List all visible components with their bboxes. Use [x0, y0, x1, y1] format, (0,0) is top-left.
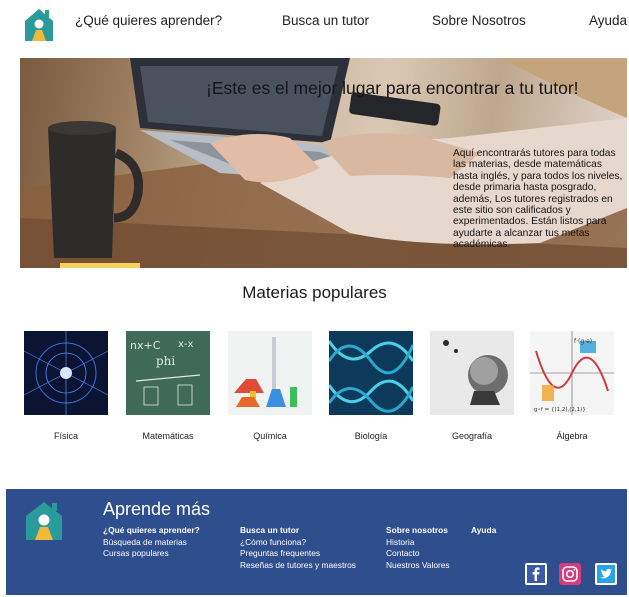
- hero-description: Aquí encontrarás tutores para todas las …: [453, 148, 623, 251]
- footer-column-learn: ¿Qué quieres aprender? Búsqueda de mater…: [103, 525, 200, 560]
- hero-banner: ¡Este es el mejor lugar para encontrar a…: [20, 58, 627, 268]
- geography-image: [430, 331, 514, 415]
- footer-link-search-subjects[interactable]: Búsqueda de materias: [103, 537, 200, 549]
- svg-text:f·(g·e): f·(g·e): [574, 338, 592, 345]
- chemistry-image: [228, 331, 312, 415]
- subject-card-biology[interactable]: Biología: [327, 331, 415, 441]
- algebra-image: f·(g·e) g∘f = {(1,2),(2,1)}: [530, 331, 614, 415]
- top-nav: ¿Qué quieres aprender? Busca un tutor So…: [0, 0, 629, 44]
- footer-link-tutor-reviews[interactable]: Reseñas de tutores y maestros: [240, 560, 356, 572]
- twitter-icon[interactable]: [595, 563, 617, 585]
- svg-text:x-x: x-x: [178, 339, 194, 350]
- nav-what-to-learn[interactable]: ¿Qué quieres aprender?: [75, 13, 222, 28]
- footer-heading-find-tutor[interactable]: Busca un tutor: [240, 525, 356, 537]
- svg-text:nx+C: nx+C: [130, 339, 161, 352]
- footer-column-find-tutor: Busca un tutor ¿Cómo funciona? Preguntas…: [240, 525, 356, 572]
- biology-image: [327, 331, 415, 415]
- nav-help[interactable]: Ayuda: [589, 13, 627, 28]
- subject-label-algebra: Álgebra: [556, 431, 588, 441]
- subject-card-physics[interactable]: Física: [23, 331, 109, 441]
- footer-link-contact[interactable]: Contacto: [386, 548, 450, 560]
- footer-link-popular-courses[interactable]: Cursas populares: [103, 548, 200, 560]
- footer-link-history[interactable]: Historia: [386, 537, 450, 549]
- footer-heading-help[interactable]: Ayuda: [471, 525, 496, 537]
- footer-link-faq[interactable]: Preguntas frequentes: [240, 548, 356, 560]
- instagram-icon[interactable]: [559, 563, 581, 585]
- footer-heading-about[interactable]: Sobre nosotros: [386, 525, 450, 537]
- facebook-icon[interactable]: [525, 563, 547, 585]
- subject-card-geography[interactable]: Geografía: [430, 331, 514, 441]
- house-logo-icon[interactable]: [23, 7, 55, 41]
- footer-column-help: Ayuda: [471, 525, 496, 537]
- footer-link-how-it-works[interactable]: ¿Cómo funciona?: [240, 537, 356, 549]
- footer: Aprende más ¿Qué quieres aprender? Búsqu…: [6, 489, 627, 595]
- house-logo-icon[interactable]: [24, 500, 64, 540]
- physics-image: [23, 331, 109, 415]
- svg-text:g∘f = {(1,2),(2,1)}: g∘f = {(1,2),(2,1)}: [534, 407, 586, 413]
- nav-find-tutor[interactable]: Busca un tutor: [282, 13, 369, 28]
- subject-card-algebra[interactable]: f·(g·e) g∘f = {(1,2),(2,1)} Álgebra: [530, 331, 614, 441]
- math-image: nx+C x-x phi: [126, 331, 210, 415]
- footer-heading-learn[interactable]: ¿Qué quieres aprender?: [103, 525, 200, 537]
- hero-title: ¡Este es el mejor lugar para encontrar a…: [206, 78, 579, 98]
- subject-card-math[interactable]: nx+C x-x phi Matemáticas: [126, 331, 210, 441]
- footer-link-values[interactable]: Nuestros Valores: [386, 560, 450, 572]
- section-title: Materias populares: [242, 283, 387, 302]
- footer-title: Aprende más: [103, 499, 211, 519]
- subject-card-chemistry[interactable]: Química: [228, 331, 312, 441]
- svg-text:phi: phi: [156, 354, 175, 368]
- nav-about-us[interactable]: Sobre Nosotros: [432, 13, 526, 28]
- footer-column-about: Sobre nosotros Historia Contacto Nuestro…: [386, 525, 450, 572]
